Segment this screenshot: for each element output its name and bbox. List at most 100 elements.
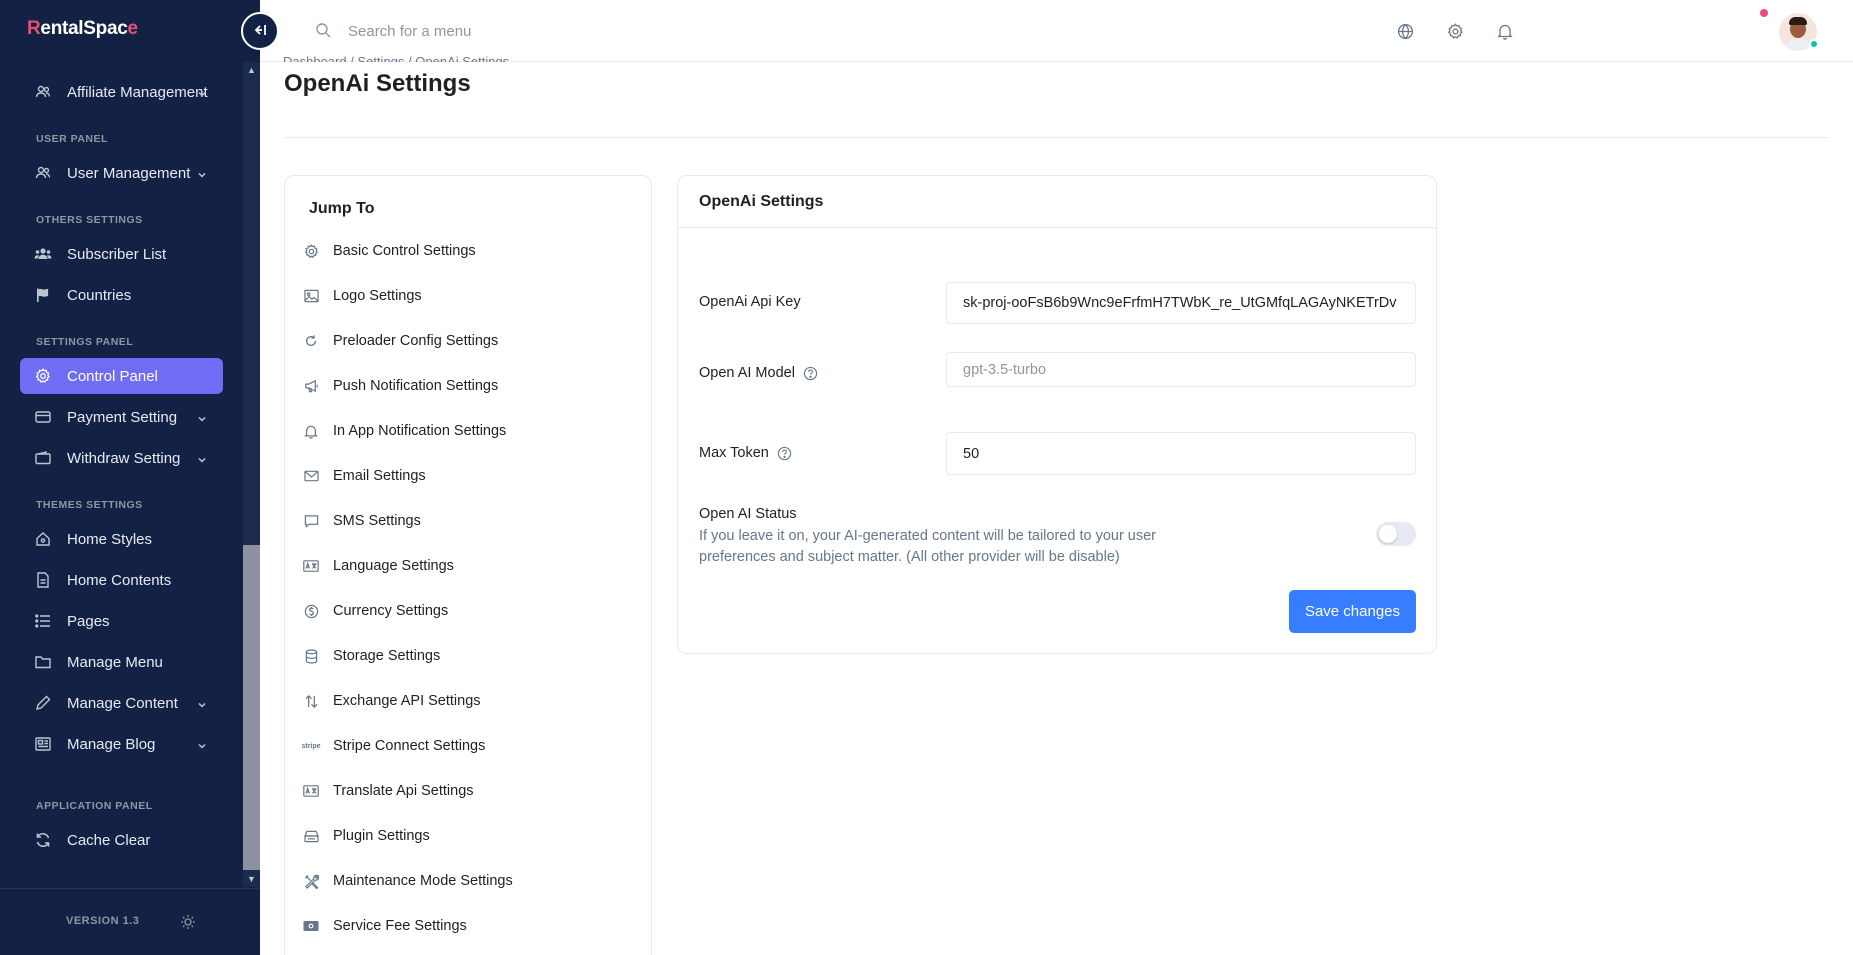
sun-icon[interactable]	[179, 913, 197, 931]
refresh-icon	[303, 333, 319, 349]
help-circle-icon[interactable]	[803, 366, 818, 381]
globe-icon[interactable]	[1391, 17, 1419, 45]
jump-item-label: Plugin Settings	[333, 828, 430, 844]
translate-icon	[303, 558, 319, 574]
section-label-others-settings: OTHERS SETTINGS	[36, 214, 143, 226]
jump-item-plugin[interactable]: Plugin Settings	[303, 821, 633, 851]
sidebar-item-manage-blog[interactable]: Manage Blog	[20, 726, 223, 762]
sidebar-item-affiliate-management[interactable]: Affiliate Management	[20, 74, 223, 110]
sidebar-item-user-management[interactable]: User Management	[20, 155, 223, 191]
jump-item-label: Preloader Config Settings	[333, 333, 499, 349]
folder-icon	[34, 653, 52, 671]
avatar-online-status	[1809, 39, 1819, 49]
sidebar-item-cache-clear[interactable]: Cache Clear	[20, 822, 223, 858]
sidebar-item-pages[interactable]: Pages	[20, 603, 223, 639]
gear-icon[interactable]	[1441, 17, 1469, 45]
model-input[interactable]	[946, 352, 1416, 387]
jump-item-basic-control[interactable]: Basic Control Settings	[303, 236, 633, 266]
jump-item-maintenance-mode[interactable]: Maintenance Mode Settings	[303, 866, 633, 896]
sidebar-item-home-contents[interactable]: Home Contents	[20, 562, 223, 598]
chevron-down-icon	[197, 697, 207, 714]
section-label-themes-settings: THEMES SETTINGS	[36, 499, 143, 511]
sidebar-item-manage-menu[interactable]: Manage Menu	[20, 644, 223, 680]
max-token-label-text: Max Token	[699, 445, 769, 461]
breadcrumb: Dashboard / Settings / OpenAi Settings	[283, 54, 510, 62]
brand-logo[interactable]: RentalSpace	[27, 18, 138, 40]
title-divider	[284, 137, 1829, 138]
jump-item-sms[interactable]: SMS Settings	[303, 506, 633, 536]
page-title: OpenAi Settings	[284, 70, 471, 97]
sidebar-item-label: Withdraw Setting	[67, 449, 181, 467]
jump-item-push-notification[interactable]: Push Notification Settings	[303, 371, 633, 401]
megaphone-icon	[303, 378, 319, 394]
card-header: OpenAi Settings	[678, 176, 1436, 228]
sidebar-item-label: Countries	[67, 286, 132, 304]
jump-item-logo[interactable]: Logo Settings	[303, 281, 633, 311]
jump-item-email[interactable]: Email Settings	[303, 461, 633, 491]
sidebar-item-withdraw-setting[interactable]: Withdraw Setting	[20, 440, 223, 476]
stripe-icon: stripe	[301, 742, 321, 750]
sidebar-item-countries[interactable]: Countries	[20, 277, 223, 313]
max-token-input[interactable]	[946, 432, 1416, 475]
sidebar-item-subscriber-list[interactable]: Subscriber List	[20, 236, 223, 272]
jump-item-language[interactable]: Language Settings	[303, 551, 633, 581]
logo-text: entalSpac	[40, 18, 128, 39]
flag-icon	[34, 286, 52, 304]
sidebar-item-control-panel[interactable]: Control Panel	[20, 358, 223, 394]
sidebar-scrollbar-thumb[interactable]	[243, 545, 260, 870]
openai-status-toggle[interactable]	[1376, 522, 1416, 546]
tools-icon	[303, 873, 319, 889]
chat-icon	[303, 513, 319, 529]
jump-item-label: Logo Settings	[333, 288, 422, 304]
chevron-down-icon	[197, 167, 207, 184]
sidebar-collapse-button[interactable]	[241, 12, 279, 50]
users-icon	[34, 83, 52, 101]
sidebar-item-label: Manage Blog	[67, 735, 156, 753]
jump-item-label: In App Notification Settings	[333, 423, 507, 439]
chevron-down-icon	[197, 738, 207, 755]
sidebar-item-label: Home Contents	[67, 571, 172, 589]
avatar-hair	[1789, 17, 1807, 25]
plugin-icon	[303, 828, 319, 844]
jump-item-storage[interactable]: Storage Settings	[303, 641, 633, 671]
max-token-label: Max Token	[699, 445, 792, 461]
save-changes-button[interactable]: Save changes	[1289, 590, 1416, 633]
status-description: If you leave it on, your AI-generated co…	[699, 528, 1157, 565]
jump-item-preloader[interactable]: Preloader Config Settings	[303, 326, 633, 356]
search-input[interactable]	[348, 16, 748, 46]
sidebar-item-label: Affiliate Management	[67, 83, 208, 101]
jump-item-label: Storage Settings	[333, 648, 441, 664]
jump-item-stripe-connect[interactable]: stripe Stripe Connect Settings	[301, 731, 633, 761]
jump-item-in-app-notification[interactable]: In App Notification Settings	[303, 416, 633, 446]
sidebar-item-label: Control Panel	[67, 367, 158, 385]
status-title: Open AI Status	[699, 506, 797, 522]
jump-item-exchange-api[interactable]: Exchange API Settings	[303, 686, 633, 716]
sidebar-item-home-styles[interactable]: Home Styles	[20, 521, 223, 557]
help-circle-icon[interactable]	[777, 446, 792, 461]
jump-item-service-fee[interactable]: Service Fee Settings	[303, 911, 633, 941]
envelope-icon	[303, 468, 319, 484]
pencil-icon	[34, 694, 52, 712]
jump-to-card: Jump To Basic Control Settings Logo Sett…	[284, 175, 652, 955]
home-icon	[34, 530, 52, 548]
scroll-up-arrow-icon[interactable]: ▲	[243, 62, 260, 78]
sidebar-item-label: Cache Clear	[67, 831, 151, 849]
jump-item-translate-api[interactable]: Translate Api Settings	[303, 776, 633, 806]
api-key-label-text: OpenAi Api Key	[699, 294, 801, 310]
api-key-input[interactable]	[946, 282, 1416, 324]
jump-item-label: Email Settings	[333, 468, 426, 484]
collapse-left-icon	[253, 23, 267, 39]
newspaper-icon	[34, 735, 52, 753]
sidebar-item-manage-content[interactable]: Manage Content	[20, 685, 223, 721]
sidebar-item-payment-setting[interactable]: Payment Setting	[20, 399, 223, 435]
model-label: Open AI Model	[699, 365, 818, 381]
jump-item-label: Basic Control Settings	[333, 243, 476, 259]
sidebar: RentalSpace Affiliate Management USER PA…	[0, 0, 260, 955]
bell-icon	[303, 423, 319, 439]
document-icon	[34, 571, 52, 589]
scroll-down-arrow-icon[interactable]: ▼	[243, 871, 260, 887]
bell-icon[interactable]	[1491, 17, 1519, 45]
sidebar-footer: VERSION 1.3	[0, 888, 260, 955]
jump-item-currency[interactable]: Currency Settings	[303, 596, 633, 626]
arrows-exchange-icon	[303, 693, 319, 709]
